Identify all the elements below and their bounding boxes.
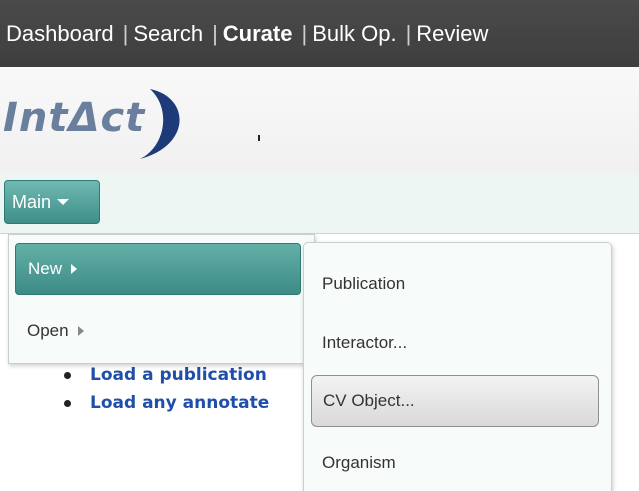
link-load-annotated[interactable]: Load any annotate bbox=[90, 393, 269, 413]
submenu-arrow-icon bbox=[71, 264, 78, 274]
nav-search[interactable]: Search bbox=[133, 21, 203, 47]
caret-down-icon bbox=[57, 199, 70, 205]
nav-bulk-op[interactable]: Bulk Op. bbox=[312, 21, 396, 47]
page: Dashboard | Search | Curate | Bulk Op. |… bbox=[0, 0, 639, 491]
nav-separator: | bbox=[122, 20, 129, 46]
submenu-item-interactor[interactable]: Interactor... bbox=[311, 317, 599, 369]
menu-item-open-label: Open bbox=[27, 321, 69, 340]
intact-logo[interactable]: IntΔct bbox=[0, 67, 200, 173]
top-navigation-bar: Dashboard | Search | Curate | Bulk Op. |… bbox=[0, 0, 639, 67]
main-menu-button[interactable]: Main bbox=[4, 180, 100, 224]
submenu-item-cv-object[interactable]: CV Object... bbox=[311, 375, 599, 427]
nav-separator: | bbox=[405, 20, 412, 46]
main-menu-label: Main bbox=[12, 191, 52, 212]
bullet-icon bbox=[64, 400, 71, 407]
nav-review[interactable]: Review bbox=[416, 21, 488, 47]
nav-separator: | bbox=[301, 20, 308, 46]
bullet-icon bbox=[64, 372, 71, 379]
new-submenu: Publication Interactor... CV Object... O… bbox=[303, 242, 612, 491]
list-item-load-annotated[interactable]: Load any annotate bbox=[62, 392, 269, 420]
nav-curate[interactable]: Curate bbox=[223, 21, 293, 47]
list-item-load-publication[interactable]: Load a publication bbox=[62, 364, 269, 392]
main-dropdown-menu: New Open bbox=[8, 234, 315, 364]
nav-separator: | bbox=[212, 20, 218, 46]
submenu-item-organism[interactable]: Organism bbox=[311, 437, 599, 489]
header-mark bbox=[258, 135, 260, 141]
menu-item-new[interactable]: New bbox=[15, 243, 301, 295]
content-link-list: Load a publication Load any annotate bbox=[62, 364, 269, 420]
logo-text: IntΔct bbox=[3, 95, 146, 141]
nav-dashboard[interactable]: Dashboard bbox=[6, 21, 114, 47]
header: IntΔct bbox=[0, 67, 639, 174]
submenu-arrow-icon bbox=[77, 326, 84, 336]
menubar: Main bbox=[0, 173, 639, 234]
link-load-publication[interactable]: Load a publication bbox=[90, 365, 267, 385]
menu-item-open[interactable]: Open bbox=[15, 305, 301, 357]
menu-item-new-label: New bbox=[28, 259, 63, 278]
submenu-item-publication[interactable]: Publication bbox=[311, 258, 599, 310]
